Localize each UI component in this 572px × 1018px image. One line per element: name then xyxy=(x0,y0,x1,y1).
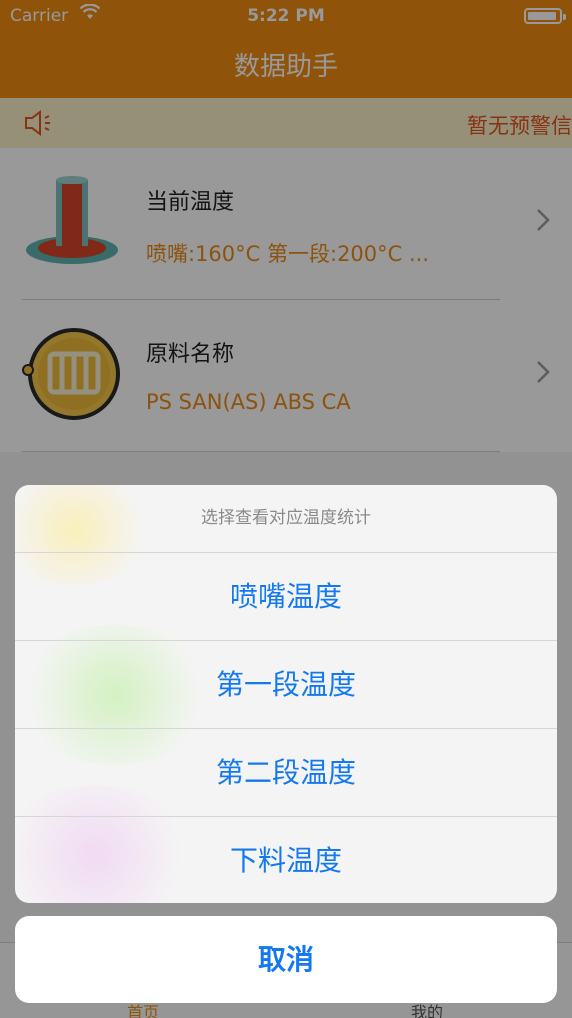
option-nozzle-temp[interactable]: 喷嘴温度 xyxy=(15,552,557,640)
cancel-button[interactable]: 取消 xyxy=(15,916,557,1003)
option-stage1-temp[interactable]: 第一段温度 xyxy=(15,640,557,728)
option-feed-temp[interactable]: 下料温度 xyxy=(15,816,557,903)
action-sheet-title: 选择查看对应温度统计 xyxy=(201,508,371,528)
action-sheet: 选择查看对应温度统计 喷嘴温度 第一段温度 第二段温度 下料温度 xyxy=(15,485,557,903)
option-stage2-temp[interactable]: 第二段温度 xyxy=(15,728,557,816)
